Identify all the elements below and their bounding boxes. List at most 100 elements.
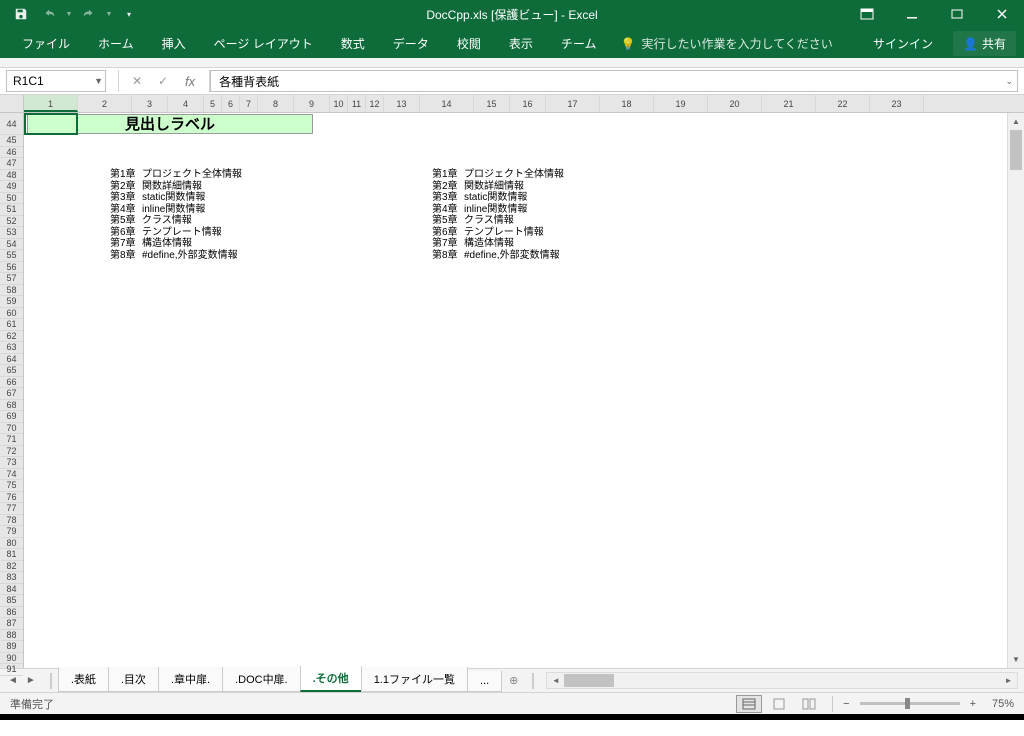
row-header[interactable]: 89 (0, 641, 23, 653)
tab-team[interactable]: チーム (547, 29, 611, 58)
column-header[interactable]: 3 (132, 95, 168, 112)
tab-nav-prev[interactable]: ◄ (8, 675, 18, 686)
row-header[interactable]: 51 (0, 204, 23, 216)
sheet-tab[interactable]: .目次 (108, 667, 159, 692)
signin-link[interactable]: サインイン (863, 29, 943, 58)
row-header[interactable]: 56 (0, 262, 23, 274)
redo-button[interactable] (76, 2, 102, 26)
minimize-button[interactable] (889, 0, 934, 28)
sheet-tab[interactable]: .表紙 (58, 667, 109, 692)
save-button[interactable] (8, 2, 34, 26)
row-header[interactable]: 68 (0, 400, 23, 412)
row-header[interactable]: 70 (0, 423, 23, 435)
scroll-down-button[interactable]: ▼ (1008, 651, 1024, 668)
page-layout-view-button[interactable] (766, 695, 792, 713)
normal-view-button[interactable] (736, 695, 762, 713)
name-box[interactable]: R1C1 ▼ (6, 70, 106, 92)
row-header[interactable]: 82 (0, 561, 23, 573)
vertical-scrollbar[interactable]: ▲ ▼ (1007, 113, 1024, 668)
formula-enter-button[interactable]: ✓ (151, 71, 175, 91)
row-header[interactable]: 75 (0, 480, 23, 492)
row-header[interactable]: 71 (0, 434, 23, 446)
scroll-left-button[interactable]: ◄ (547, 673, 564, 688)
add-sheet-button[interactable]: ⊕ (501, 670, 526, 691)
column-header[interactable]: 16 (510, 95, 546, 112)
tab-home[interactable]: ホーム (84, 29, 148, 58)
zoom-in-button[interactable]: + (970, 698, 976, 710)
vscroll-thumb[interactable] (1010, 130, 1022, 170)
tab-nav-next[interactable]: ► (26, 675, 36, 686)
ribbon-display-button[interactable] (844, 0, 889, 28)
row-header[interactable]: 76 (0, 492, 23, 504)
row-header[interactable]: 59 (0, 296, 23, 308)
row-header[interactable]: 60 (0, 308, 23, 320)
row-header[interactable]: 65 (0, 365, 23, 377)
column-header[interactable]: 19 (654, 95, 708, 112)
row-header[interactable]: 80 (0, 538, 23, 550)
row-header[interactable]: 87 (0, 618, 23, 630)
fx-icon[interactable]: fx (177, 74, 203, 89)
row-header[interactable]: 90 (0, 653, 23, 665)
column-header[interactable]: 6 (222, 95, 240, 112)
column-header[interactable]: 2 (78, 95, 132, 112)
sheet-tab[interactable]: .その他 (300, 666, 362, 692)
row-header[interactable]: 55 (0, 250, 23, 262)
column-header[interactable]: 10 (330, 95, 348, 112)
redo-dropdown-icon[interactable]: ▼ (104, 2, 114, 26)
row-header[interactable]: 64 (0, 354, 23, 366)
tab-data[interactable]: データ (379, 29, 443, 58)
row-header[interactable]: 47 (0, 158, 23, 170)
row-header[interactable]: 50 (0, 193, 23, 205)
column-header[interactable]: 21 (762, 95, 816, 112)
tab-file[interactable]: ファイル (8, 29, 84, 58)
row-header[interactable]: 85 (0, 595, 23, 607)
formula-cancel-button[interactable]: ✕ (125, 71, 149, 91)
sheet-tab[interactable]: 1.1ファイル一覧 (361, 667, 468, 692)
row-header[interactable]: 79 (0, 526, 23, 538)
column-header[interactable]: 18 (600, 95, 654, 112)
share-button[interactable]: 👤 共有 (953, 31, 1016, 56)
tab-view[interactable]: 表示 (495, 29, 547, 58)
row-header[interactable]: 78 (0, 515, 23, 527)
sheet-tab[interactable]: .章中扉. (158, 667, 223, 692)
undo-button[interactable] (36, 2, 62, 26)
row-header[interactable]: 49 (0, 181, 23, 193)
column-header[interactable]: 7 (240, 95, 258, 112)
zoom-thumb[interactable] (905, 698, 910, 709)
row-header[interactable]: 77 (0, 503, 23, 515)
scroll-up-button[interactable]: ▲ (1008, 113, 1024, 130)
row-header[interactable]: 57 (0, 273, 23, 285)
cells-area[interactable]: 見出しラベル 第1章プロジェクト全体情報第2章関数詳細情報第3章static関数… (24, 113, 1024, 668)
row-header[interactable]: 88 (0, 630, 23, 642)
column-header[interactable]: 11 (348, 95, 366, 112)
column-header[interactable]: 12 (366, 95, 384, 112)
close-button[interactable] (979, 0, 1024, 28)
column-header[interactable]: 8 (258, 95, 294, 112)
row-header[interactable]: 63 (0, 342, 23, 354)
tab-insert[interactable]: 挿入 (148, 29, 200, 58)
maximize-button[interactable] (934, 0, 979, 28)
row-header[interactable]: 69 (0, 411, 23, 423)
column-header[interactable]: 22 (816, 95, 870, 112)
row-header[interactable]: 67 (0, 388, 23, 400)
column-header[interactable]: 5 (204, 95, 222, 112)
row-header[interactable]: 58 (0, 285, 23, 297)
column-header[interactable]: 23 (870, 95, 924, 112)
row-header[interactable]: 74 (0, 469, 23, 481)
heading-cell[interactable]: 見出しラベル (27, 114, 313, 134)
row-header[interactable]: 72 (0, 446, 23, 458)
column-header[interactable]: 9 (294, 95, 330, 112)
row-header[interactable]: 61 (0, 319, 23, 331)
row-header[interactable]: 44 (0, 113, 23, 135)
sheet-tab[interactable]: .DOC中扉. (222, 667, 301, 692)
row-header[interactable]: 53 (0, 227, 23, 239)
row-header[interactable]: 84 (0, 584, 23, 596)
row-header[interactable]: 83 (0, 572, 23, 584)
row-header[interactable]: 52 (0, 216, 23, 228)
formula-expand-icon[interactable]: ⌄ (1005, 76, 1013, 87)
column-header[interactable]: 15 (474, 95, 510, 112)
row-header[interactable]: 86 (0, 607, 23, 619)
column-header[interactable]: 17 (546, 95, 600, 112)
zoom-level[interactable]: 75% (980, 698, 1014, 710)
column-header[interactable]: 13 (384, 95, 420, 112)
